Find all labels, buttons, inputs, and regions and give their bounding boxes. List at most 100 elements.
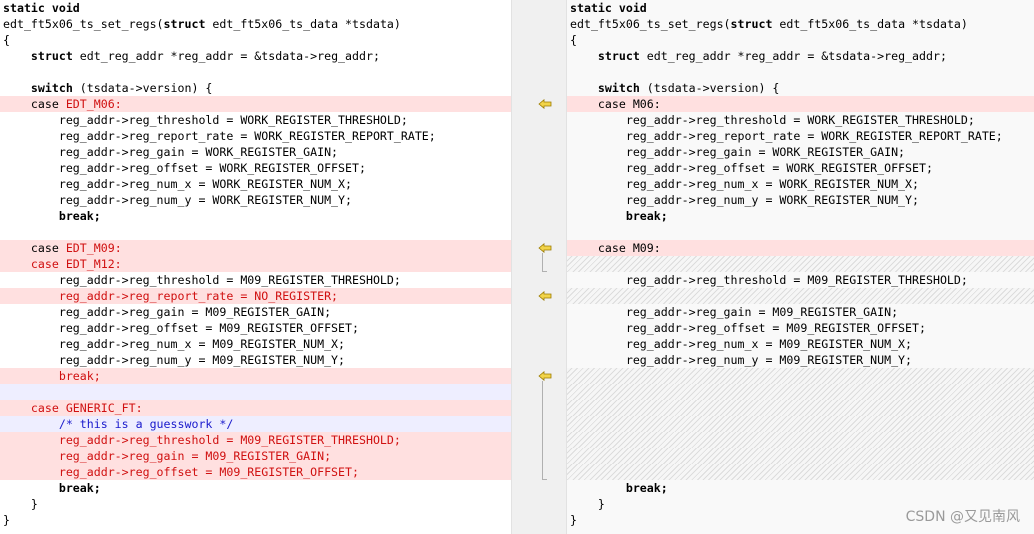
- code-token: reg_addr->reg_gain = M09_REGISTER_GAIN;: [570, 305, 899, 319]
- code-line: reg_addr->reg_num_y = M09_REGISTER_NUM_Y…: [567, 352, 1034, 368]
- code-token: EDT_M09:: [65, 241, 122, 255]
- code-token: case M09:: [570, 241, 661, 255]
- code-line: edt_ft5x06_ts_set_regs(struct edt_ft5x06…: [0, 16, 511, 32]
- code-token: reg_addr->reg_num_x = WORK_REGISTER_NUM_…: [570, 177, 920, 191]
- code-line: reg_addr->reg_offset = M09_REGISTER_OFFS…: [0, 464, 511, 480]
- code-line: reg_addr->reg_threshold = M09_REGISTER_T…: [567, 272, 1034, 288]
- block-bracket: [542, 381, 547, 480]
- code-token: reg_addr->reg_offset = M09_REGISTER_OFFS…: [570, 321, 926, 335]
- code-token: reg_addr->reg_num_x = WORK_REGISTER_NUM_…: [3, 177, 353, 191]
- code-line: reg_addr->reg_report_rate = WORK_REGISTE…: [0, 128, 511, 144]
- keyword-token: break;: [58, 481, 101, 495]
- code-line: case M06:: [567, 96, 1034, 112]
- code-token: case EDT_M12:: [3, 257, 122, 271]
- code-token: reg_addr->reg_num_y = M09_REGISTER_NUM_Y…: [570, 353, 913, 367]
- code-line: }: [0, 512, 511, 528]
- code-line: case EDT_M06:: [0, 96, 511, 112]
- code-line: [0, 384, 511, 400]
- code-line: reg_addr->reg_gain = M09_REGISTER_GAIN;: [0, 304, 511, 320]
- merge-arrow-left-icon[interactable]: [538, 371, 552, 381]
- code-token: }: [570, 513, 577, 527]
- code-token: reg_addr->reg_offset = M09_REGISTER_OFFS…: [3, 465, 359, 479]
- code-line: edt_ft5x06_ts_set_regs(struct edt_ft5x06…: [567, 16, 1034, 32]
- code-line: break;: [567, 208, 1034, 224]
- code-line: switch (tsdata->version) {: [0, 80, 511, 96]
- code-token: reg_addr->reg_threshold = WORK_REGISTER_…: [570, 113, 975, 127]
- right-diff-pane[interactable]: static void edt_ft5x06_ts_set_regs(struct…: [567, 0, 1034, 534]
- code-token: reg_addr->reg_num_y = WORK_REGISTER_NUM_…: [570, 193, 920, 207]
- merge-gutter: [511, 0, 567, 534]
- code-line: [567, 464, 1034, 480]
- code-line: reg_addr->reg_report_rate = WORK_REGISTE…: [567, 128, 1034, 144]
- code-line: reg_addr->reg_threshold = M09_REGISTER_T…: [0, 272, 511, 288]
- code-token: case GENERIC_FT:: [3, 401, 143, 415]
- keyword-token: struct: [30, 49, 73, 63]
- code-token: reg_addr->reg_offset = M09_REGISTER_OFFS…: [3, 321, 359, 335]
- keyword-token: break;: [625, 481, 668, 495]
- merge-arrow-left-icon[interactable]: [538, 99, 552, 109]
- code-token: edt_ft5x06_ts_data *tsdata): [772, 17, 968, 31]
- code-token: {: [3, 33, 10, 47]
- code-line: }: [0, 496, 511, 512]
- code-token: reg_addr->reg_offset = WORK_REGISTER_OFF…: [570, 161, 933, 175]
- code-line: [567, 256, 1034, 272]
- code-line: reg_addr->reg_threshold = WORK_REGISTER_…: [0, 112, 511, 128]
- left-diff-pane[interactable]: static void edt_ft5x06_ts_set_regs(struct…: [0, 0, 511, 534]
- merge-arrow-left-icon[interactable]: [538, 243, 552, 253]
- code-token: }: [570, 497, 605, 511]
- code-token: edt_ft5x06_ts_set_regs(: [3, 17, 164, 31]
- code-line: reg_addr->reg_gain = WORK_REGISTER_GAIN;: [567, 144, 1034, 160]
- code-line: reg_addr->reg_offset = WORK_REGISTER_OFF…: [567, 160, 1034, 176]
- code-line: [567, 416, 1034, 432]
- code-line: static void: [567, 0, 1034, 16]
- code-line: reg_addr->reg_offset = M09_REGISTER_OFFS…: [567, 320, 1034, 336]
- code-line: break;: [0, 368, 511, 384]
- code-line: reg_addr->reg_num_x = M09_REGISTER_NUM_X…: [567, 336, 1034, 352]
- code-line: break;: [567, 480, 1034, 496]
- code-token: {: [570, 33, 577, 47]
- code-line: case M09:: [567, 240, 1034, 256]
- code-line: {: [567, 32, 1034, 48]
- code-line: reg_addr->reg_gain = M09_REGISTER_GAIN;: [0, 448, 511, 464]
- code-line: case GENERIC_FT:: [0, 400, 511, 416]
- code-line: reg_addr->reg_gain = WORK_REGISTER_GAIN;: [0, 144, 511, 160]
- merge-arrow-left-icon[interactable]: [538, 291, 552, 301]
- code-token: reg_addr->reg_threshold = M09_REGISTER_T…: [3, 433, 401, 447]
- code-token: reg_addr->reg_gain = M09_REGISTER_GAIN;: [3, 305, 332, 319]
- code-token: reg_addr->reg_num_x = M09_REGISTER_NUM_X…: [3, 337, 346, 351]
- keyword-token: switch: [597, 81, 640, 95]
- code-line: reg_addr->reg_offset = M09_REGISTER_OFFS…: [0, 320, 511, 336]
- code-token: edt_reg_addr *reg_addr = &tsdata->reg_ad…: [639, 49, 947, 63]
- code-line: case EDT_M12:: [0, 256, 511, 272]
- code-token: case M06:: [570, 97, 661, 111]
- code-token: case: [3, 241, 66, 255]
- code-token: reg_addr->reg_threshold = WORK_REGISTER_…: [3, 113, 408, 127]
- code-token: reg_addr->reg_gain = M09_REGISTER_GAIN;: [3, 449, 332, 463]
- code-token: reg_addr->reg_num_y = WORK_REGISTER_NUM_…: [3, 193, 353, 207]
- code-token: EDT_M06:: [65, 97, 122, 111]
- code-line: [567, 288, 1034, 304]
- keyword-token: struct: [597, 49, 640, 63]
- code-token: reg_addr->reg_report_rate = WORK_REGISTE…: [3, 129, 436, 143]
- keyword-token: struct: [730, 17, 773, 31]
- code-line: [567, 368, 1034, 384]
- code-line: reg_addr->reg_num_x = M09_REGISTER_NUM_X…: [0, 336, 511, 352]
- code-line: static void: [0, 0, 511, 16]
- code-token: case: [3, 97, 66, 111]
- comment-token: /* this is a guesswork */: [3, 417, 234, 431]
- code-token: reg_addr->reg_report_rate = NO_REGISTER;: [3, 289, 339, 303]
- keyword-token: break;: [58, 209, 101, 223]
- code-token: reg_addr->reg_num_x = M09_REGISTER_NUM_X…: [570, 337, 913, 351]
- code-line: reg_addr->reg_num_x = WORK_REGISTER_NUM_…: [0, 176, 511, 192]
- code-line: reg_addr->reg_threshold = M09_REGISTER_T…: [0, 432, 511, 448]
- code-token: reg_addr->reg_offset = WORK_REGISTER_OFF…: [3, 161, 366, 175]
- code-line: switch (tsdata->version) {: [567, 80, 1034, 96]
- keyword-token: static void: [3, 1, 80, 15]
